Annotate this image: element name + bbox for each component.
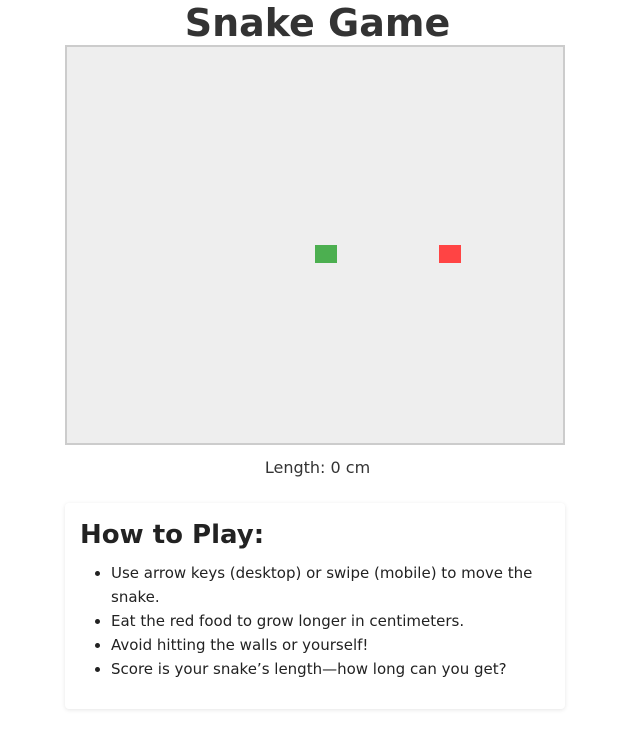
instructions-list: Use arrow keys (desktop) or swipe (mobil… [80, 561, 550, 681]
instruction-item: Use arrow keys (desktop) or swipe (mobil… [111, 561, 550, 609]
game-board[interactable] [65, 45, 565, 445]
page-title: Snake Game [184, 1, 451, 45]
food-item [439, 245, 461, 263]
length-display: Length: 0 cm [264, 458, 371, 477]
instruction-item: Eat the red food to grow longer in centi… [111, 609, 550, 633]
snake-head [315, 245, 337, 263]
instruction-item: Avoid hitting the walls or yourself! [111, 633, 550, 657]
instruction-item: Score is your snake’s length—how long ca… [111, 657, 550, 681]
instructions-heading: How to Play: [80, 520, 265, 550]
instructions-card: How to Play: Use arrow keys (desktop) or… [65, 503, 565, 709]
